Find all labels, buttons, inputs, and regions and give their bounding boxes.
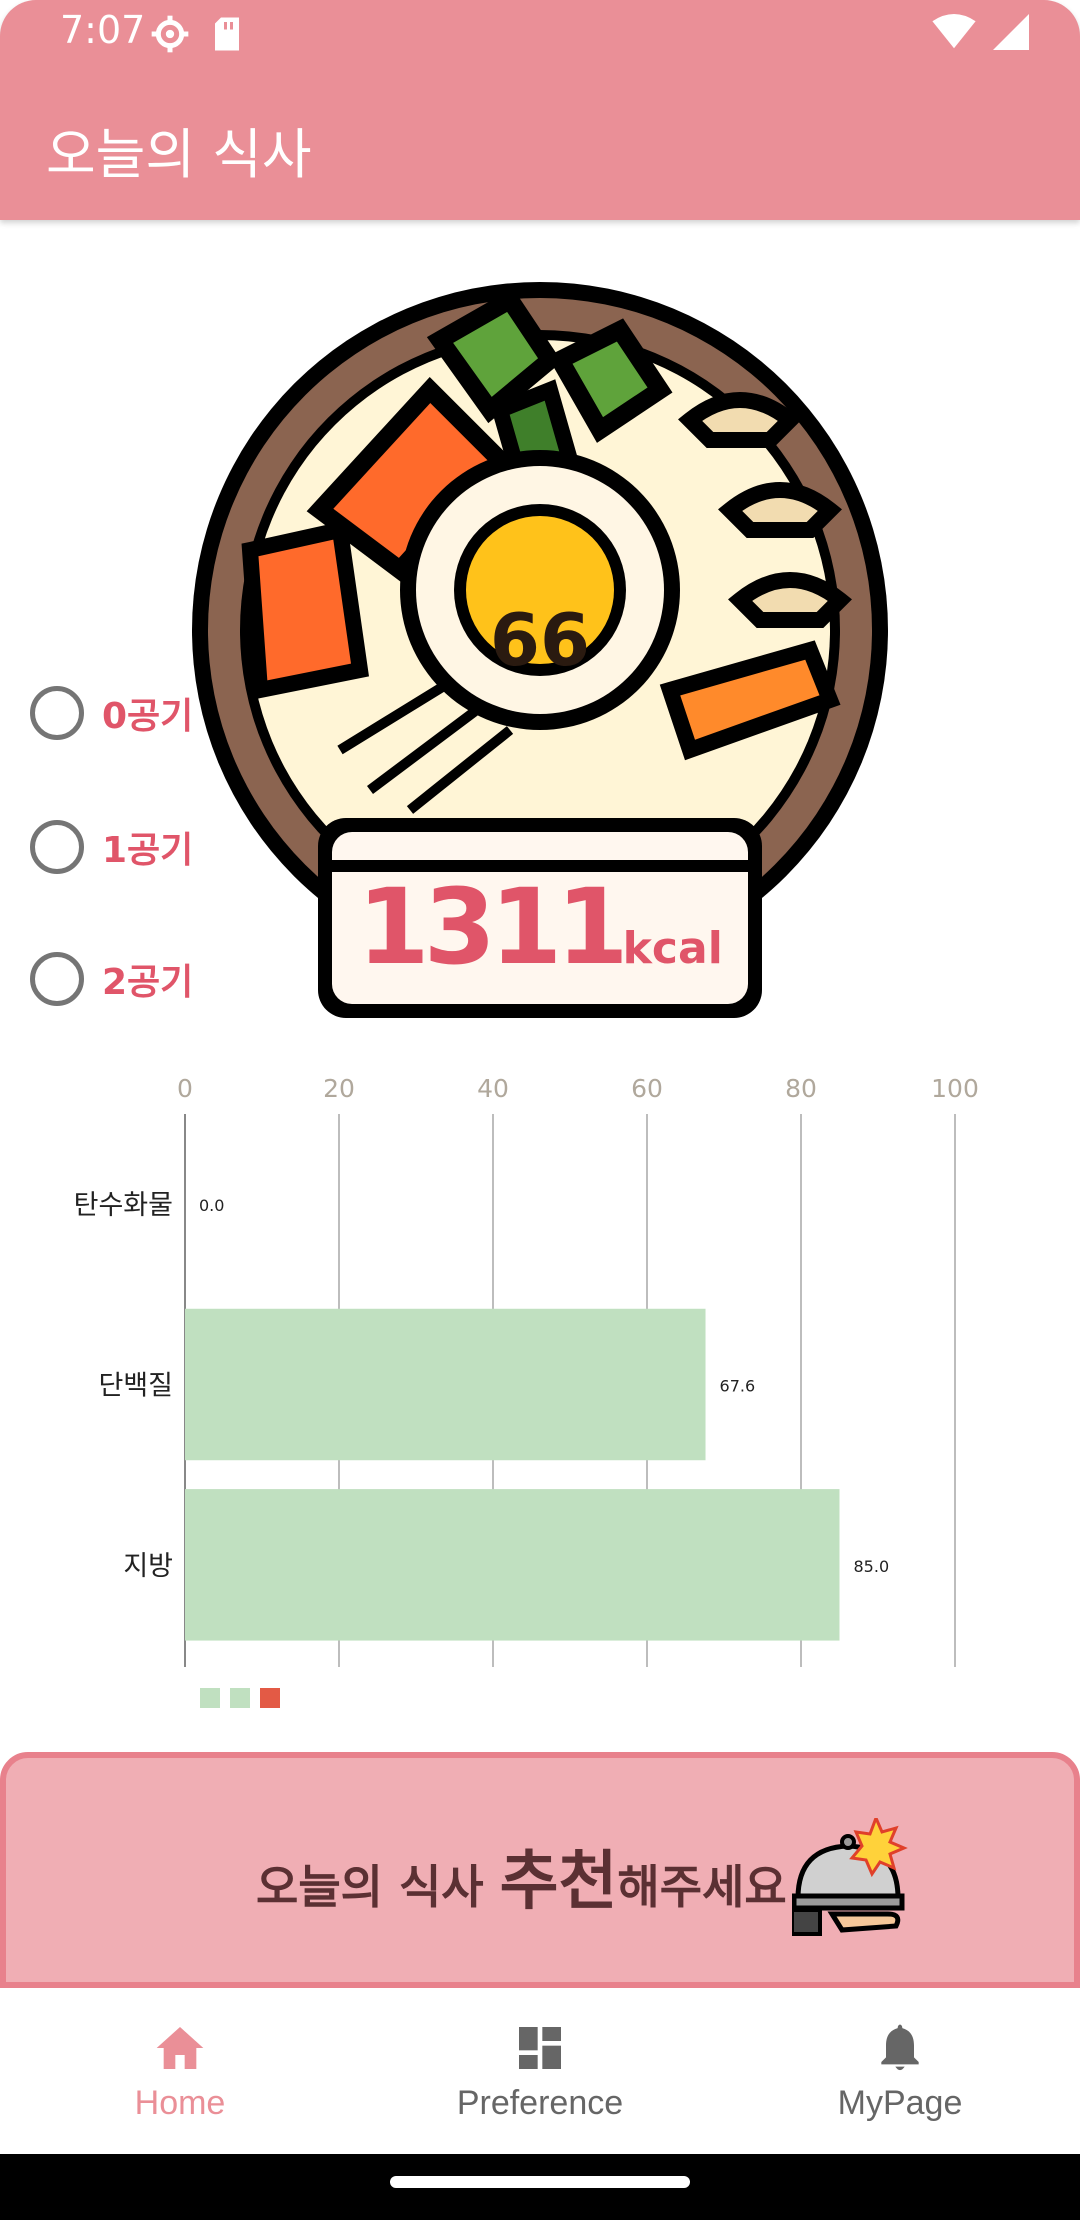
value-label: 67.6 [720, 1377, 756, 1396]
rice-option-label: 1공기 [102, 830, 194, 871]
value-label: 0.0 [199, 1196, 224, 1215]
legend-swatch [230, 1688, 250, 1708]
home-gesture-pill[interactable] [390, 2176, 690, 2188]
badge-value: 66 [489, 598, 591, 682]
status-time: 7:07 [60, 8, 146, 52]
settings-icon [151, 15, 189, 53]
rice-option-label: 0공기 [102, 696, 194, 737]
bottom-navigation: Home Preference MyPage [0, 1990, 1080, 2154]
tick-label: 20 [323, 1074, 355, 1103]
dashboard-icon [519, 2027, 561, 2069]
calorie-value: 1311 [357, 866, 628, 988]
recommend-text-emphasis: 추천 [499, 1845, 618, 1919]
calorie-card: 1311kcal [312, 818, 768, 1018]
recommend-text-prefix: 오늘의 식사 [256, 1860, 500, 1914]
sd-card-icon [215, 17, 239, 51]
app-bar: 7:07 오늘의 식사 [0, 0, 1080, 220]
app-title: 오늘의 식사 [46, 123, 312, 186]
tick-label: 100 [931, 1074, 979, 1103]
nutrient-chart: 0 20 40 60 80 100 탄수화물 0.0 단백질 67.6 지방 85.0 [0, 1070, 1080, 1740]
radio-circle[interactable] [30, 820, 84, 874]
category-label: 단백질 [98, 1371, 173, 1402]
nav-mypage[interactable]: MyPage [720, 2020, 1080, 2123]
signal-icon [993, 14, 1029, 50]
tick-label: 0 [177, 1074, 193, 1103]
rice-option-2[interactable]: 2공기 [30, 952, 193, 1006]
system-nav-bar [0, 2154, 1080, 2220]
nav-home[interactable]: Home [0, 2020, 360, 2123]
recommend-text: 오늘의 식사 추천해주세요 [256, 1830, 787, 1922]
nutrient-chart-svg: 0 20 40 60 80 100 탄수화물 0.0 단백질 67.6 지방 85.0 [74, 1074, 979, 1708]
rice-option-0[interactable]: 0공기 [30, 686, 193, 740]
tick-label: 40 [477, 1074, 509, 1103]
screen: 7:07 오늘의 식사 66 1311kcal 0공기 1공기 2공기 0 20… [0, 0, 1080, 2220]
recommend-text-suffix: 해주세요 [617, 1860, 787, 1914]
food-cloche-icon [792, 1818, 908, 1936]
bar [185, 1489, 840, 1641]
rice-option-label: 2공기 [102, 962, 194, 1003]
radio-circle[interactable] [30, 952, 84, 1006]
tick-label: 60 [631, 1074, 663, 1103]
nav-mypage-label: MyPage [837, 2084, 963, 2122]
bar [185, 1308, 706, 1461]
bell-icon [881, 2024, 919, 2071]
calorie-unit: kcal [622, 923, 723, 974]
nav-home-label: Home [134, 2084, 226, 2122]
tick-label: 80 [785, 1074, 817, 1103]
wifi-icon [932, 14, 976, 49]
status-icons-right [932, 14, 1030, 50]
legend-swatch [200, 1688, 220, 1708]
nav-preference[interactable]: Preference [360, 2020, 720, 2123]
category-label: 탄수화물 [74, 1190, 173, 1221]
status-icons-left [150, 14, 242, 54]
home-icon [156, 2027, 204, 2069]
value-label: 85.0 [854, 1557, 890, 1576]
nav-preference-label: Preference [456, 2084, 624, 2122]
recommend-button[interactable]: 오늘의 식사 추천해주세요 [0, 1752, 1080, 1988]
radio-circle[interactable] [30, 686, 84, 740]
category-label: 지방 [123, 1551, 173, 1582]
legend-swatch [260, 1688, 280, 1708]
rice-option-1[interactable]: 1공기 [30, 820, 193, 874]
